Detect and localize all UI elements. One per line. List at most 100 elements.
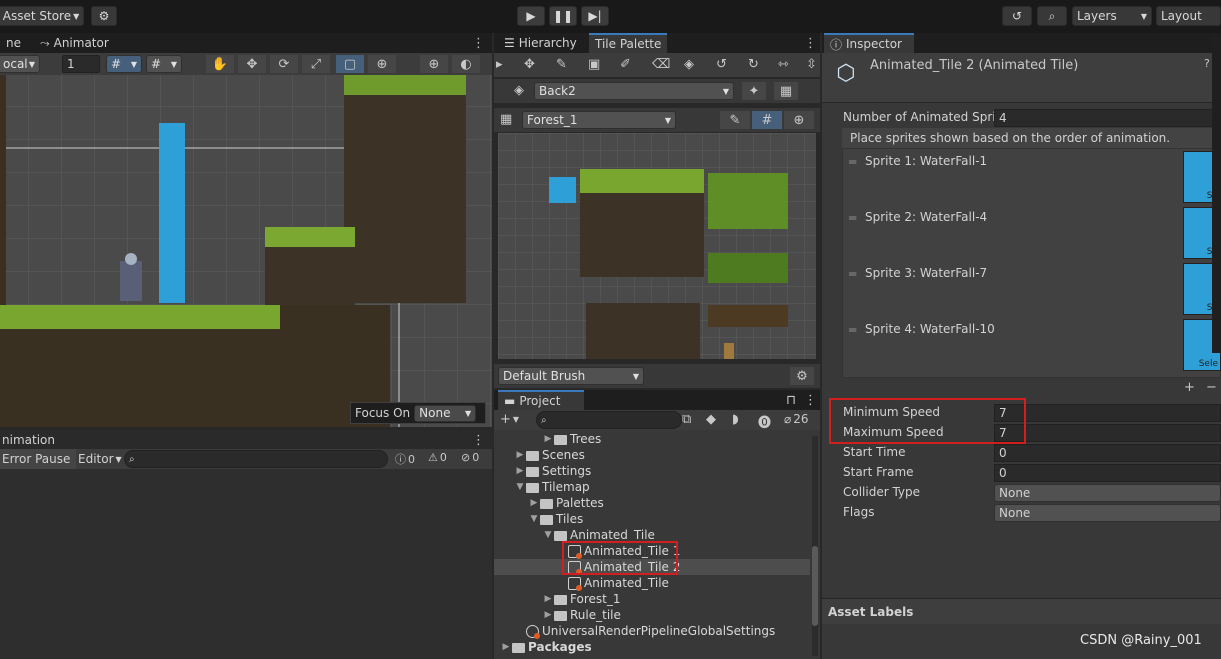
fill-bucket-icon[interactable]: ◈ [684, 57, 694, 72]
project-tree-row[interactable]: ▶ Trees [542, 431, 602, 447]
create-button[interactable]: + ▼ [500, 412, 519, 427]
active-tilemap-dropdown[interactable]: Back2 ▼ [534, 82, 734, 100]
tab-animation[interactable]: nimation [0, 430, 61, 450]
project-tree-row[interactable]: ▼ Tilemap [514, 479, 590, 495]
paint-brush-icon[interactable]: ✎ [556, 57, 567, 72]
tab-animator[interactable]: ⤳ Animator [34, 33, 115, 53]
log-count-toggle[interactable]: ⓘ 0 [395, 451, 415, 467]
gizmo-icon[interactable]: ⊕ [784, 111, 814, 129]
rotate-cw-icon[interactable]: ↻ [748, 57, 759, 72]
collapsed-arrow-icon[interactable]: ▶ [542, 434, 554, 444]
picker-icon[interactable]: ✐ [620, 57, 631, 72]
remove-sprite-button[interactable]: − [1206, 380, 1217, 395]
edit-pencil-icon[interactable]: ✎ [720, 111, 750, 129]
property-input[interactable]: 0 [994, 464, 1221, 482]
grid-visibility-toggle[interactable]: # ▼ [146, 55, 182, 73]
move-tool-icon[interactable]: ✥ [238, 55, 266, 73]
asset-store-button[interactable]: Asset Store ▼ [0, 6, 84, 26]
project-tree-row[interactable]: ▶ Packages [500, 639, 592, 655]
transform-tool-icon[interactable]: ⊕ [368, 55, 396, 73]
project-tree-row[interactable]: ▶ Settings [514, 463, 592, 479]
gizmo-icon[interactable]: ⊕ [420, 55, 448, 73]
tab-project[interactable]: ▬ Project [498, 390, 584, 410]
filter-label-icon[interactable]: ◗ [732, 412, 739, 427]
property-input[interactable]: 7 [994, 424, 1221, 442]
project-search-input[interactable]: ⌕ [536, 411, 682, 429]
project-tree-row[interactable]: ▶ Palettes [528, 495, 604, 511]
scene-search-icon[interactable]: ⧉ [682, 412, 691, 427]
collapsed-arrow-icon[interactable]: ▶ [500, 642, 512, 652]
pause-button[interactable]: ❚❚ [549, 6, 577, 26]
warn-count-toggle[interactable]: ⚠ 0 [428, 451, 447, 464]
play-button[interactable]: ▶ [517, 6, 545, 26]
property-input[interactable]: 0 [994, 444, 1221, 462]
drag-handle-icon[interactable]: ═ [849, 211, 856, 225]
step-button[interactable]: ▶| [581, 6, 609, 26]
project-tree-row[interactable]: ▶ Rule_tile [542, 607, 621, 623]
asset-labels-header[interactable]: Asset Labels [822, 598, 1221, 624]
layers-dropdown[interactable]: Layers ▼ [1072, 6, 1152, 26]
project-tree-row[interactable]: UniversalRenderPipelineGlobalSettings [514, 623, 775, 639]
history-button[interactable]: ↺ [1002, 6, 1032, 26]
drag-handle-icon[interactable]: ═ [849, 323, 856, 337]
collapsed-arrow-icon[interactable]: ▶ [528, 498, 540, 508]
editor-dropdown[interactable]: Editor ▼ [72, 449, 128, 469]
num-sprites-input[interactable]: 4 [994, 109, 1221, 127]
grid-toggle-icon[interactable]: # [752, 111, 782, 129]
grid-snap-toggle[interactable]: # ▼ [106, 55, 142, 73]
console-search-input[interactable]: ⌕ [124, 450, 388, 468]
error-count-toggle[interactable]: ⊘ 0 [461, 451, 479, 464]
tab-tile-palette[interactable]: Tile Palette [589, 33, 668, 53]
scale-tool-icon[interactable]: ⤢ [302, 55, 330, 73]
pivot-mode-dropdown[interactable]: ocal ▼ [0, 55, 40, 73]
drag-handle-icon[interactable]: ═ [849, 155, 856, 169]
eraser-icon[interactable]: ⌫ [652, 57, 670, 72]
palette-dropdown[interactable]: Forest_1 ▼ [522, 111, 676, 129]
box-fill-icon[interactable]: ▣ [588, 57, 600, 72]
lock-icon[interactable]: ⊓ [786, 393, 796, 408]
project-tree-row[interactable]: ▶ Scenes [514, 447, 585, 463]
project-tree-row[interactable]: Animated_Tile [556, 575, 669, 591]
layout-dropdown[interactable]: Layout [1156, 6, 1221, 26]
tab-inspector[interactable]: ⓘ Inspector [824, 33, 914, 53]
project-tree-row[interactable]: ▶ Forest_1 [542, 591, 621, 607]
filter-type-icon[interactable]: ◆ [706, 412, 716, 427]
property-dropdown[interactable]: None [994, 484, 1221, 502]
project-tree-row[interactable]: ▼ Tiles [528, 511, 584, 527]
search-button[interactable]: ⌕ [1037, 6, 1067, 26]
grid-size-input[interactable]: 1 [62, 55, 100, 73]
tab-hierarchy[interactable]: ☰ Hierarchy [498, 33, 583, 53]
project-scrollbar[interactable] [812, 436, 818, 656]
focus-target-dropdown[interactable]: None ▼ [414, 404, 477, 422]
collapsed-arrow-icon[interactable]: ▶ [542, 610, 554, 620]
rotate-tool-icon[interactable]: ⟳ [270, 55, 298, 73]
wand-icon[interactable]: ✦ [742, 82, 766, 100]
property-input[interactable]: 7 [994, 404, 1221, 422]
brush-dropdown[interactable]: Default Brush ▼ [498, 367, 644, 385]
select-tool-icon[interactable]: ▸ [496, 57, 503, 72]
scene-canvas[interactable]: Focus On None ▼ [0, 75, 492, 427]
sphere-icon[interactable]: ◐ [452, 55, 480, 73]
brush-settings-icon[interactable]: ⚙ [790, 367, 814, 385]
collapsed-arrow-icon[interactable]: ▶ [514, 450, 526, 460]
drag-handle-icon[interactable]: ═ [849, 267, 856, 281]
cloud-icon[interactable]: ⚙ [91, 6, 117, 26]
collapsed-arrow-icon[interactable]: ▶ [514, 466, 526, 476]
property-dropdown[interactable]: None [994, 504, 1221, 522]
tab-scene[interactable]: ne [0, 33, 27, 53]
hidden-packages-toggle[interactable]: ⌀ 26 [784, 412, 809, 426]
more-menu-icon[interactable]: ⋮ [804, 393, 817, 408]
collapsed-arrow-icon[interactable]: ▶ [542, 594, 554, 604]
rotate-ccw-icon[interactable]: ↺ [716, 57, 727, 72]
palette-grid[interactable] [498, 133, 816, 359]
more-menu-icon[interactable]: ⋮ [472, 433, 485, 448]
flip-x-icon[interactable]: ⇿ [778, 57, 789, 72]
expanded-arrow-icon[interactable]: ▼ [514, 482, 526, 492]
scrollbar-thumb[interactable] [812, 546, 818, 626]
expanded-arrow-icon[interactable]: ▼ [528, 514, 540, 524]
error-pause-toggle[interactable]: Error Pause [0, 449, 77, 469]
sprite-select-label[interactable]: Sele [1199, 359, 1218, 369]
move-tool-icon[interactable]: ✥ [524, 57, 535, 72]
alert-icon[interactable]: ⓿ [758, 412, 771, 431]
add-sprite-button[interactable]: + [1184, 380, 1195, 395]
